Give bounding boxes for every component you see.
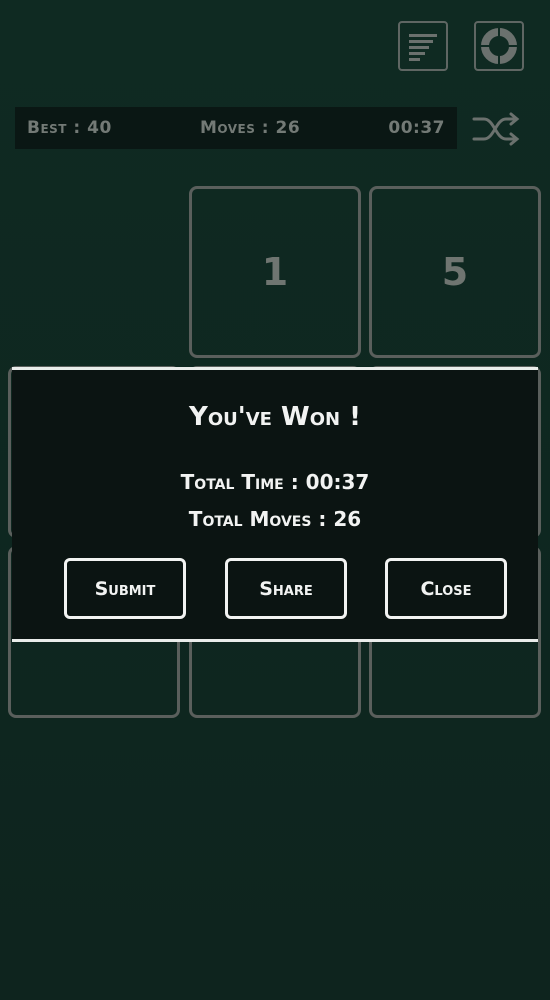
tile-number: 5 bbox=[441, 250, 469, 294]
timer: 00:37 bbox=[388, 118, 445, 138]
tile-number: 1 bbox=[261, 250, 289, 294]
moves-count: Moves : 26 bbox=[199, 118, 301, 138]
puzzle-tile[interactable]: 5 bbox=[369, 186, 541, 358]
close-button[interactable]: Close bbox=[385, 558, 507, 619]
stats-bar: Best : 40 Moves : 26 00:37 bbox=[15, 107, 457, 149]
settings-ring-icon bbox=[481, 28, 517, 64]
leaderboard-icon bbox=[409, 34, 437, 61]
share-button[interactable]: Share bbox=[225, 558, 347, 619]
total-time: Total Time : 00:37 bbox=[180, 470, 370, 494]
dialog-title: You've Won ! bbox=[189, 402, 361, 432]
best-score: Best : 40 bbox=[27, 118, 112, 138]
win-dialog: You've Won ! Total Time : 00:37 Total Mo… bbox=[12, 367, 538, 642]
puzzle-tile[interactable]: 1 bbox=[189, 186, 361, 358]
leaderboard-button[interactable] bbox=[398, 21, 448, 71]
shuffle-button[interactable] bbox=[468, 108, 524, 150]
settings-button[interactable] bbox=[474, 21, 524, 71]
total-moves: Total Moves : 26 bbox=[188, 507, 362, 531]
submit-button[interactable]: Submit bbox=[64, 558, 186, 619]
shuffle-icon bbox=[472, 112, 520, 146]
